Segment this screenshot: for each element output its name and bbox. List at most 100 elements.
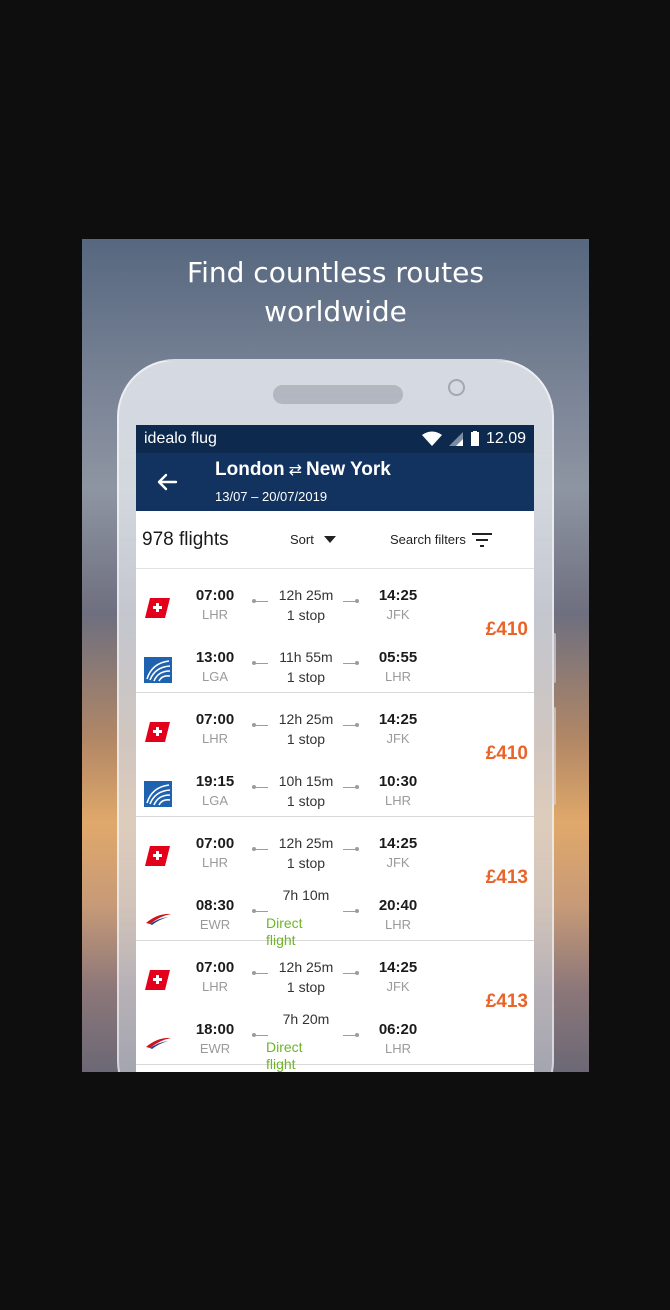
flight-duration: 12h 25m: [278, 959, 334, 975]
flight-duration: 7h 20m: [282, 1011, 330, 1027]
wifi-icon: [421, 431, 442, 446]
departure-airport: LGA: [201, 669, 228, 684]
route-line: [252, 909, 268, 913]
outbound-leg: 07:00 LHR 12h 25m 1 stop 14:25 JFK: [136, 707, 476, 755]
departure-time: 19:15: [195, 773, 235, 790]
route-line: [252, 1033, 268, 1037]
departure-airport: LGA: [201, 793, 228, 808]
departure-airport: LHR: [201, 607, 228, 622]
flight-result-card[interactable]: 07:00 LHR 12h 25m 1 stop 14:25 JFK 13:00 LGA 11h…: [136, 569, 534, 693]
promo-banner: Find countless routes worldwide idealo f…: [82, 239, 589, 1072]
british-airways-logo-icon: [144, 1029, 172, 1055]
arrival-time: 06:20: [378, 1021, 418, 1038]
route-title: London ⇄ New York: [215, 459, 391, 481]
arrival-airport: LHR: [384, 669, 411, 684]
route-line: [343, 847, 359, 851]
arrival-time: 20:40: [378, 897, 418, 914]
arrival-airport: JFK: [386, 979, 410, 994]
filters-label: Search filters: [390, 532, 466, 547]
flight-duration: 11h 55m: [279, 649, 333, 665]
departure-airport: EWR: [199, 1041, 231, 1056]
arrival-time: 14:25: [378, 959, 418, 976]
return-leg: 13:00 LGA 11h 55m 1 stop 05:55 LHR: [136, 645, 476, 693]
results-list: 07:00 LHR 12h 25m 1 stop 14:25 JFK 13:00 LGA 11h…: [136, 569, 534, 1072]
swiss-logo-icon: [144, 595, 172, 621]
outbound-leg: 07:00 LHR 12h 25m 1 stop 14:25 JFK: [136, 831, 476, 879]
stops-info: 1 stop: [286, 793, 326, 809]
route-line: [252, 785, 268, 789]
swiss-logo-icon: [144, 843, 172, 869]
route-line: [252, 599, 268, 603]
phone-side-button: [552, 633, 556, 683]
united-logo-icon: [144, 781, 172, 807]
departure-airport: LHR: [201, 731, 228, 746]
swiss-logo-icon: [144, 967, 172, 993]
price-label: £413: [485, 867, 528, 888]
status-time: 12.09: [485, 430, 526, 447]
phone-side-button: [552, 707, 556, 805]
route-line: [343, 599, 359, 603]
route-line: [343, 1033, 359, 1037]
route-line: [252, 847, 268, 851]
departure-time: 13:00: [195, 649, 235, 666]
departure-time: 07:00: [195, 959, 235, 976]
stops-info: Direct flight: [266, 1039, 303, 1072]
arrival-airport: JFK: [386, 855, 410, 870]
route-line: [343, 785, 359, 789]
route-line: [252, 661, 268, 665]
flight-result-card[interactable]: 07:00 LHR 12h 25m 1 stop 14:25 JFK 08:30 EWR 7h …: [136, 817, 534, 948]
signal-icon: [448, 432, 463, 446]
flight-result-card[interactable]: 07:00 LHR 12h 25m 1 stop 14:25 JFK 18:00 EWR 7h …: [136, 941, 534, 1072]
return-leg: 18:00 EWR 7h 20m Direct flight 06:20 LHR: [136, 1011, 476, 1072]
departure-time: 07:00: [195, 835, 235, 852]
route-line: [343, 661, 359, 665]
status-bar: idealo flug 12.09: [136, 425, 534, 453]
phone-speaker: [273, 385, 403, 404]
departure-time: 18:00: [195, 1021, 235, 1038]
headline-line-1: Find countless routes: [187, 256, 484, 289]
app-bar: London ⇄ New York 13/07 – 20/07/2019: [136, 453, 534, 511]
arrival-airport: JFK: [386, 607, 410, 622]
arrival-airport: LHR: [384, 917, 411, 932]
stops-info: 1 stop: [286, 607, 326, 623]
price-label: £410: [485, 743, 528, 764]
status-app-name: idealo flug: [144, 430, 217, 447]
return-leg: 08:30 EWR 7h 10m Direct flight 20:40 LHR: [136, 887, 476, 948]
flight-count: 978 flights: [142, 528, 229, 550]
battery-icon: [470, 431, 479, 446]
arrival-time: 14:25: [378, 711, 418, 728]
arrival-time: 10:30: [378, 773, 418, 790]
stops-info: 1 stop: [286, 731, 326, 747]
travel-dates: 13/07 – 20/07/2019: [215, 489, 328, 504]
outbound-leg: 07:00 LHR 12h 25m 1 stop 14:25 JFK: [136, 955, 476, 1003]
stops-info: 1 stop: [286, 855, 326, 871]
return-leg: 19:15 LGA 10h 15m 1 stop 10:30 LHR: [136, 769, 476, 817]
back-arrow-icon[interactable]: [154, 469, 180, 495]
departure-time: 07:00: [195, 587, 235, 604]
flight-result-card[interactable]: 07:00 LHR 12h 25m 1 stop 14:25 JFK 19:15 LGA 10h…: [136, 693, 534, 817]
flight-duration: 12h 25m: [278, 587, 334, 603]
sort-label: Sort: [290, 532, 314, 547]
price-label: £413: [485, 991, 528, 1012]
departure-airport: LHR: [201, 855, 228, 870]
filter-icon: [471, 532, 492, 547]
arrival-airport: JFK: [386, 731, 410, 746]
flight-duration: 7h 10m: [282, 887, 330, 903]
stops-info: 1 stop: [286, 669, 326, 685]
sort-button[interactable]: Sort: [290, 532, 390, 547]
search-filters-button[interactable]: Search filters: [390, 532, 492, 547]
united-logo-icon: [144, 657, 172, 683]
departure-airport: LHR: [201, 979, 228, 994]
british-airways-logo-icon: [144, 905, 172, 931]
headline-line-2: worldwide: [264, 295, 407, 328]
arrival-airport: LHR: [384, 793, 411, 808]
route-line: [252, 971, 268, 975]
swap-icon: ⇄: [288, 462, 303, 479]
arrival-time: 05:55: [378, 649, 418, 666]
caret-down-icon: [323, 535, 336, 543]
departure-time: 07:00: [195, 711, 235, 728]
phone-screen: idealo flug 12.09 London ⇄ New York 13/07 …: [136, 425, 534, 1072]
price-label: £410: [485, 619, 528, 640]
flight-duration: 10h 15m: [278, 773, 334, 789]
stops-info: 1 stop: [286, 979, 326, 995]
